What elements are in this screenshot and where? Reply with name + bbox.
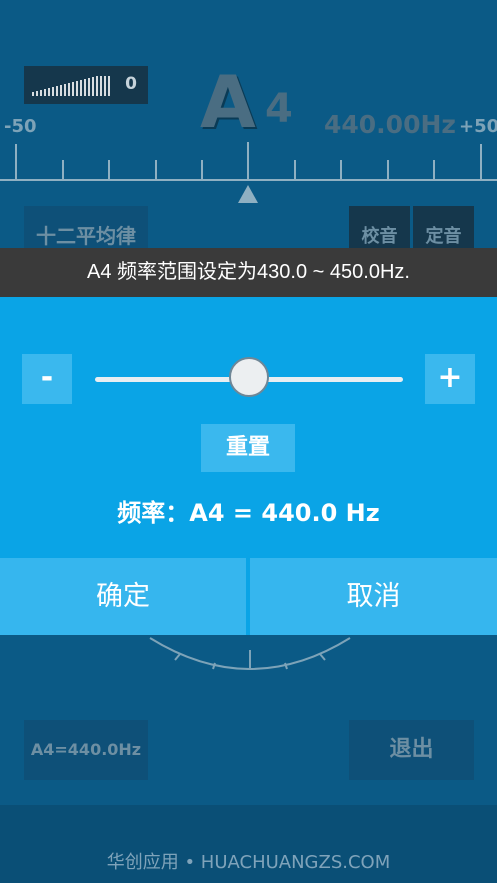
exit-button[interactable]: 退出 xyxy=(349,720,474,780)
note-octave: 4 xyxy=(265,86,293,132)
dial-arc xyxy=(149,637,351,670)
frequency-dialog: - + 重置 频率：A4 = 440.0 Hz 确定 取消 xyxy=(0,297,497,635)
pointer-triangle-icon xyxy=(238,185,258,203)
increase-button[interactable]: + xyxy=(425,354,475,404)
toast-message: A4 频率范围设定为430.0 ~ 450.0Hz. xyxy=(0,248,497,297)
volume-bars-icon xyxy=(32,76,110,96)
cancel-button[interactable]: 取消 xyxy=(250,558,497,635)
scale-max-label: +50 xyxy=(459,116,497,137)
volume-value: 0 xyxy=(125,74,137,94)
detected-frequency: 440.00Hz xyxy=(324,110,456,139)
scale-min-label: -50 xyxy=(4,116,37,137)
temperament-button[interactable]: 十二平均律 xyxy=(24,206,148,248)
frequency-readout: 频率：A4 = 440.0 Hz xyxy=(117,499,380,527)
cents-scale xyxy=(0,142,497,203)
reset-button[interactable]: 重置 xyxy=(201,424,295,472)
volume-meter: 0 xyxy=(24,66,148,104)
confirm-button[interactable]: 确定 xyxy=(0,558,246,635)
frequency-slider-thumb[interactable] xyxy=(229,357,269,397)
decrease-button[interactable]: - xyxy=(22,354,72,404)
calibrate-button[interactable]: 校音 xyxy=(349,206,410,248)
footer-text: 华创应用 • HUACHUANGZS.COM xyxy=(106,852,391,873)
tune-button[interactable]: 定音 xyxy=(413,206,474,248)
note-letter: A xyxy=(200,60,256,144)
reference-pitch-button[interactable]: A4=440.0Hz xyxy=(24,720,148,780)
